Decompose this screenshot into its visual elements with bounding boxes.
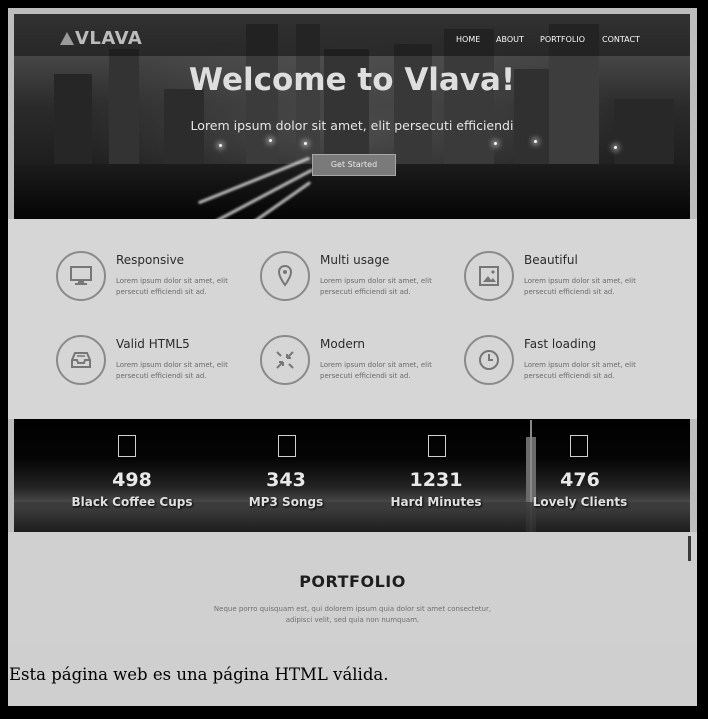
clock-icon bbox=[479, 350, 499, 370]
logo-text: VLAVA bbox=[75, 28, 143, 49]
nav-about[interactable]: ABOUT bbox=[496, 35, 524, 44]
feature-valid-html5: Valid HTML5 Lorem ipsum dolor sit amet, … bbox=[56, 335, 246, 395]
nav-home[interactable]: HOME bbox=[456, 35, 480, 44]
feature-text: Lorem ipsum dolor sit amet, elit persecu… bbox=[116, 277, 228, 296]
feature-text: Lorem ipsum dolor sit amet, elit persecu… bbox=[320, 361, 432, 380]
feature-icon-circle bbox=[464, 251, 514, 301]
portfolio-section: PORTFOLIO Neque porro quisquam est, qui … bbox=[8, 532, 697, 645]
feature-multi-usage: Multi usage Lorem ipsum dolor sit amet, … bbox=[260, 251, 450, 311]
hero-title: Welcome to Vlava! bbox=[188, 62, 516, 98]
feature-icon-circle bbox=[260, 335, 310, 385]
inbox-icon bbox=[71, 352, 91, 368]
feature-icon-circle bbox=[464, 335, 514, 385]
feature-title: Fast loading bbox=[524, 337, 597, 351]
nav-portfolio[interactable]: PORTFOLIO bbox=[540, 35, 585, 44]
feature-responsive: Responsive Lorem ipsum dolor sit amet, e… bbox=[56, 251, 246, 311]
counter-icon bbox=[278, 435, 296, 457]
street-light bbox=[219, 144, 222, 147]
feature-modern: Modern Lorem ipsum dolor sit amet, elit … bbox=[260, 335, 450, 395]
street-light bbox=[534, 140, 537, 143]
feature-fast-loading: Fast loading Lorem ipsum dolor sit amet,… bbox=[464, 335, 654, 395]
feature-icon-circle bbox=[56, 335, 106, 385]
feature-text: Lorem ipsum dolor sit amet, elit persecu… bbox=[320, 277, 432, 296]
features-section: Responsive Lorem ipsum dolor sit amet, e… bbox=[8, 219, 697, 419]
validation-text: Esta página web es una página HTML válid… bbox=[9, 665, 389, 684]
feature-title: Modern bbox=[320, 337, 366, 351]
counter-label: Hard Minutes bbox=[390, 495, 482, 509]
counter-icon bbox=[428, 435, 446, 457]
feature-title: Valid HTML5 bbox=[116, 337, 190, 351]
compress-icon bbox=[276, 351, 294, 369]
counter-coffee: 498 Black Coffee Cups bbox=[62, 419, 202, 532]
street-light bbox=[494, 142, 497, 145]
picture-icon bbox=[479, 266, 499, 286]
street-light bbox=[614, 146, 617, 149]
hero-subtitle: Lorem ipsum dolor sit amet, elit persecu… bbox=[190, 118, 514, 133]
street-light bbox=[304, 142, 307, 145]
validation-note: Esta página web es una página HTML válid… bbox=[8, 645, 697, 706]
site-logo[interactable]: VLAVA bbox=[60, 28, 142, 49]
logo-triangle-icon bbox=[60, 32, 74, 45]
feature-title: Multi usage bbox=[320, 253, 390, 267]
counter-value: 1231 bbox=[409, 469, 463, 491]
feature-beautiful: Beautiful Lorem ipsum dolor sit amet, el… bbox=[464, 251, 654, 311]
scrollbar-thumb[interactable] bbox=[688, 536, 691, 561]
monitor-icon bbox=[70, 266, 92, 285]
nav-contact[interactable]: CONTACT bbox=[602, 35, 640, 44]
feature-title: Responsive bbox=[116, 253, 185, 267]
map-pin-icon bbox=[277, 264, 293, 287]
feature-icon-circle bbox=[56, 251, 106, 301]
portfolio-title: PORTFOLIO bbox=[299, 572, 406, 591]
feature-text: Lorem ipsum dolor sit amet, elit persecu… bbox=[116, 361, 228, 380]
counter-label: Lovely Clients bbox=[532, 495, 628, 509]
get-started-button[interactable]: Get Started bbox=[312, 154, 396, 176]
counter-clients: 476 Lovely Clients bbox=[510, 419, 650, 532]
counter-label: MP3 Songs bbox=[248, 495, 324, 509]
feature-text: Lorem ipsum dolor sit amet, elit persecu… bbox=[524, 277, 636, 296]
feature-title: Beautiful bbox=[524, 253, 578, 267]
counter-label: Black Coffee Cups bbox=[71, 495, 193, 509]
street-light bbox=[269, 139, 272, 142]
counter-minutes: 1231 Hard Minutes bbox=[366, 419, 506, 532]
counters-section: 498 Black Coffee Cups 343 MP3 Songs 1231… bbox=[14, 419, 690, 532]
counter-songs: 343 MP3 Songs bbox=[216, 419, 356, 532]
feature-text: Lorem ipsum dolor sit amet, elit persecu… bbox=[524, 361, 636, 380]
counter-icon bbox=[570, 435, 588, 457]
counter-value: 498 bbox=[112, 469, 152, 491]
webpage-screenshot: VLAVA HOME ABOUT PORTFOLIO CONTACT Welco… bbox=[8, 8, 697, 645]
hero-section: VLAVA HOME ABOUT PORTFOLIO CONTACT Welco… bbox=[14, 14, 690, 219]
portfolio-text: Neque porro quisquam est, qui dolorem ip… bbox=[213, 605, 492, 624]
counter-icon bbox=[118, 435, 136, 457]
feature-icon-circle bbox=[260, 251, 310, 301]
counter-value: 476 bbox=[560, 469, 600, 491]
counter-value: 343 bbox=[266, 469, 306, 491]
